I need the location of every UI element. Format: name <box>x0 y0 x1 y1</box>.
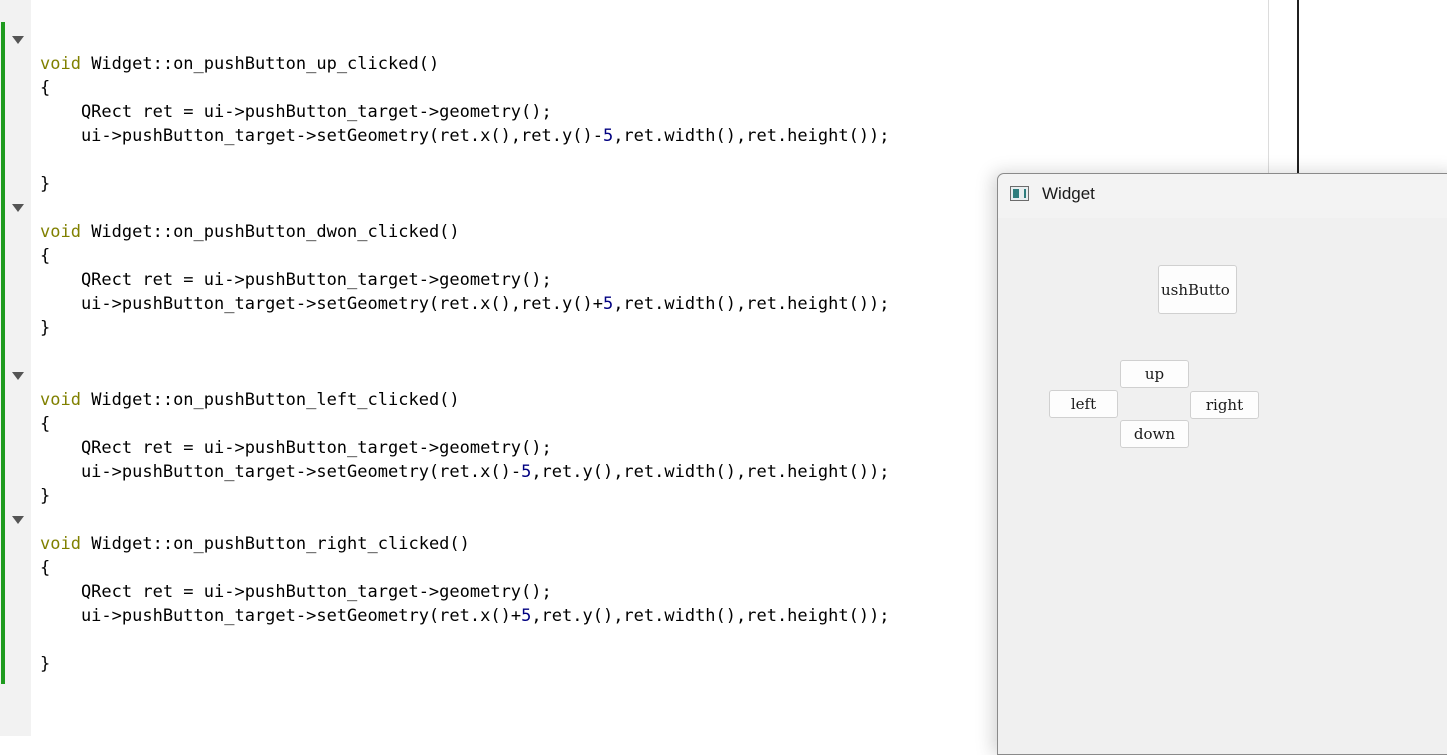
splitter-line <box>1297 0 1299 175</box>
code-line: } <box>40 174 51 194</box>
code-line: } <box>40 486 51 506</box>
right-button[interactable]: right <box>1190 391 1259 419</box>
widget-window[interactable]: Widget ushButto up left right down <box>997 173 1447 755</box>
code-line: QRect ret = ui->pushButton_target->geome… <box>40 582 552 602</box>
code-area[interactable]: void Widget::on_pushButton_up_clicked(){… <box>40 28 890 676</box>
fold-arrow-icon[interactable] <box>12 204 24 212</box>
window-titlebar[interactable]: Widget <box>998 174 1447 218</box>
code-line: void Widget::on_pushButton_left_clicked(… <box>40 390 460 410</box>
code-line: { <box>40 414 51 434</box>
fold-arrow-icon[interactable] <box>12 36 24 44</box>
code-line: ui->pushButton_target->setGeometry(ret.x… <box>40 294 890 314</box>
target-button[interactable]: ushButto <box>1158 265 1237 314</box>
code-line: } <box>40 318 51 338</box>
left-button[interactable]: left <box>1049 390 1118 418</box>
code-line: { <box>40 78 51 98</box>
code-line: ui->pushButton_target->setGeometry(ret.x… <box>40 462 890 482</box>
up-button[interactable]: up <box>1120 360 1189 388</box>
code-line: QRect ret = ui->pushButton_target->geome… <box>40 270 552 290</box>
code-line: void Widget::on_pushButton_dwon_clicked(… <box>40 222 460 242</box>
window-title: Widget <box>1042 184 1095 203</box>
code-line: void Widget::on_pushButton_right_clicked… <box>40 534 470 554</box>
code-line: void Widget::on_pushButton_up_clicked() <box>40 54 440 74</box>
code-line: } <box>40 654 51 674</box>
code-line: { <box>40 246 51 266</box>
fold-arrow-icon[interactable] <box>12 372 24 380</box>
code-line: { <box>40 558 51 578</box>
change-marker-bar <box>1 22 5 684</box>
qt-window-icon <box>1010 186 1029 201</box>
fold-arrow-icon[interactable] <box>12 516 24 524</box>
code-line: ui->pushButton_target->setGeometry(ret.x… <box>40 606 890 626</box>
down-button[interactable]: down <box>1120 420 1189 448</box>
code-line: ui->pushButton_target->setGeometry(ret.x… <box>40 126 890 146</box>
code-line: QRect ret = ui->pushButton_target->geome… <box>40 102 552 122</box>
code-line: QRect ret = ui->pushButton_target->geome… <box>40 438 552 458</box>
